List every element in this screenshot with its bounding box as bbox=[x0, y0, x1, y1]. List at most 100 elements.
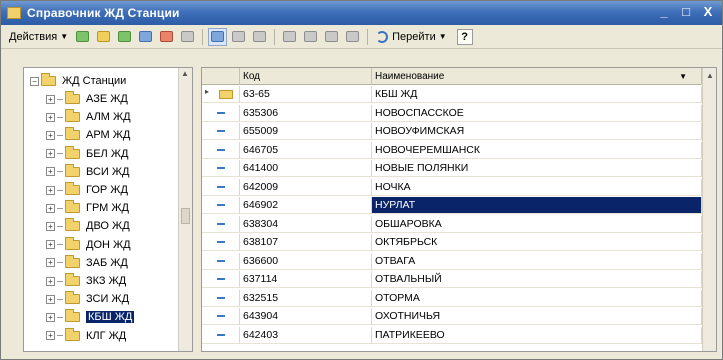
tree-root[interactable]: − ЖД Станции bbox=[30, 72, 126, 90]
clear-filter-button[interactable] bbox=[343, 28, 362, 46]
tree-scrollbar[interactable]: ▲ bbox=[178, 68, 192, 351]
cell-code[interactable]: 641400 bbox=[240, 160, 372, 177]
copy-button[interactable] bbox=[115, 28, 134, 46]
expand-icon[interactable]: + bbox=[46, 312, 55, 322]
cell-name[interactable]: ПАТРИКЕЕВО bbox=[372, 326, 702, 344]
hierarchy-toggle-button[interactable] bbox=[208, 27, 228, 46]
table-row[interactable]: 637114 ОТВАЛЬНЫЙ bbox=[202, 271, 702, 288]
cell-code[interactable]: 638107 bbox=[240, 234, 372, 251]
tree-item[interactable]: + ВСИ ЖД bbox=[46, 163, 129, 181]
expand-icon[interactable]: + bbox=[46, 203, 55, 213]
expand-icon[interactable]: + bbox=[46, 294, 55, 304]
cell-code[interactable]: 643904 bbox=[240, 308, 372, 325]
collapse-icon[interactable]: − bbox=[30, 76, 39, 86]
filter-history-button[interactable] bbox=[322, 28, 341, 46]
table-row[interactable]: 643904 ОХОТНИЧЬЯ bbox=[202, 308, 702, 325]
scroll-thumb[interactable] bbox=[181, 208, 190, 224]
expand-icon[interactable]: + bbox=[46, 167, 55, 177]
tree-item[interactable]: + ЗСИ ЖД bbox=[46, 290, 129, 308]
cell-name[interactable]: ОТОРМА bbox=[372, 289, 702, 307]
cell-code[interactable]: 635306 bbox=[240, 104, 372, 122]
table-row[interactable]: 655009 НОВОУФИМСКАЯ bbox=[202, 123, 702, 140]
folder-icon bbox=[65, 145, 80, 159]
maximize-button[interactable]: □ bbox=[678, 4, 694, 20]
tree-item[interactable]: + КБШ ЖД bbox=[46, 308, 135, 326]
tree-item[interactable]: + ДОН ЖД bbox=[46, 236, 131, 254]
table-row[interactable]: 632515 ОТОРМА bbox=[202, 289, 702, 307]
refresh-button[interactable] bbox=[229, 28, 248, 46]
cell-code[interactable]: 636600 bbox=[240, 252, 372, 270]
cell-code[interactable]: 646902 bbox=[240, 197, 372, 214]
tree-item[interactable]: + ЗАБ ЖД bbox=[46, 254, 128, 272]
tree-item[interactable]: + АЗЕ ЖД bbox=[46, 90, 128, 108]
table-row[interactable]: 646705 НОВОЧЕРЕМШАНСК bbox=[202, 141, 702, 159]
column-header-name[interactable]: Наименование ▼ bbox=[372, 68, 702, 85]
table-row[interactable]: 636600 ОТВАГА bbox=[202, 252, 702, 270]
cell-name[interactable]: НОВЫЕ ПОЛЯНКИ bbox=[372, 160, 702, 177]
tree-item[interactable]: + ГРМ ЖД bbox=[46, 199, 129, 217]
expand-icon[interactable]: + bbox=[46, 94, 55, 104]
cell-code[interactable]: 642403 bbox=[240, 326, 372, 344]
cell-name[interactable]: НУРЛАТ bbox=[372, 197, 702, 214]
tree-item[interactable]: + ЗКЗ ЖД bbox=[46, 272, 126, 290]
expand-icon[interactable]: + bbox=[46, 331, 55, 341]
cell-code[interactable]: 637114 bbox=[240, 271, 372, 288]
expand-icon[interactable]: + bbox=[46, 130, 55, 140]
tree-item[interactable]: + ДВО ЖД bbox=[46, 217, 130, 235]
expand-icon[interactable]: + bbox=[46, 258, 55, 268]
cell-name[interactable]: ОБШАРОВКА bbox=[372, 215, 702, 233]
add-button[interactable] bbox=[73, 28, 92, 46]
grid-scrollbar[interactable]: ▲ bbox=[702, 68, 716, 351]
table-row[interactable]: 641400 НОВЫЕ ПОЛЯНКИ bbox=[202, 160, 702, 177]
cell-code[interactable]: 655009 bbox=[240, 123, 372, 140]
table-row[interactable]: 642009 НОЧКА bbox=[202, 178, 702, 196]
actions-menu[interactable]: Действия ▼ bbox=[5, 28, 72, 46]
table-row[interactable]: ▸ 63-65 КБШ ЖД bbox=[202, 86, 702, 103]
scroll-up-icon[interactable]: ▲ bbox=[706, 71, 714, 80]
cell-name[interactable]: КБШ ЖД bbox=[372, 86, 702, 103]
cell-name[interactable]: ОТВАЛЬНЫЙ bbox=[372, 271, 702, 288]
expand-icon[interactable]: + bbox=[46, 240, 55, 250]
expand-icon[interactable]: + bbox=[46, 149, 55, 159]
tree-item[interactable]: + КЛГ ЖД bbox=[46, 327, 126, 345]
cell-code[interactable]: 638304 bbox=[240, 215, 372, 233]
close-button[interactable]: X bbox=[700, 4, 716, 20]
edit-button[interactable] bbox=[136, 28, 155, 46]
scroll-up-icon[interactable]: ▲ bbox=[181, 69, 189, 78]
table-row[interactable]: 638107 ОКТЯБРЬСК bbox=[202, 234, 702, 251]
table-row[interactable]: 635306 НОВОСПАССКОЕ bbox=[202, 104, 702, 122]
help-button[interactable]: ? bbox=[456, 28, 473, 45]
cell-code[interactable]: 63-65 bbox=[240, 86, 372, 103]
table-row[interactable]: 646902 НУРЛАТ bbox=[202, 197, 702, 214]
table-row[interactable]: 638304 ОБШАРОВКА bbox=[202, 215, 702, 233]
mark-delete-button[interactable] bbox=[178, 28, 197, 46]
tree-item[interactable]: + АРМ ЖД bbox=[46, 126, 130, 144]
cell-name[interactable]: НОВОУФИМСКАЯ bbox=[372, 123, 702, 140]
cell-code[interactable]: 632515 bbox=[240, 289, 372, 307]
cell-name[interactable]: ОТВАГА bbox=[372, 252, 702, 270]
cell-name[interactable]: ОХОТНИЧЬЯ bbox=[372, 308, 702, 325]
cell-name[interactable]: НОВОСПАССКОЕ bbox=[372, 104, 702, 122]
column-header-code[interactable]: Код bbox=[240, 68, 372, 85]
cell-name[interactable]: ОКТЯБРЬСК bbox=[372, 234, 702, 251]
tree-item[interactable]: + АЛМ ЖД bbox=[46, 108, 131, 126]
minimize-button[interactable]: _ bbox=[656, 4, 672, 20]
cell-name[interactable]: НОВОЧЕРЕМШАНСК bbox=[372, 141, 702, 159]
add-group-button[interactable] bbox=[94, 28, 113, 46]
find-button[interactable] bbox=[250, 28, 269, 46]
filter-button[interactable] bbox=[280, 28, 299, 46]
expand-icon[interactable]: + bbox=[46, 185, 55, 195]
cell-code[interactable]: 642009 bbox=[240, 178, 372, 196]
cell-name[interactable]: НОЧКА bbox=[372, 178, 702, 196]
table-row[interactable]: 642403 ПАТРИКЕЕВО bbox=[202, 326, 702, 344]
delete-button[interactable] bbox=[157, 28, 176, 46]
goto-menu[interactable]: Перейти ▼ bbox=[372, 30, 451, 43]
tree-root-label: ЖД Станции bbox=[62, 75, 127, 87]
filter-value-button[interactable] bbox=[301, 28, 320, 46]
expand-icon[interactable]: + bbox=[46, 221, 55, 231]
tree-item[interactable]: + ГОР ЖД bbox=[46, 181, 128, 199]
tree-item[interactable]: + БЕЛ ЖД bbox=[46, 145, 128, 163]
cell-code[interactable]: 646705 bbox=[240, 141, 372, 159]
expand-icon[interactable]: + bbox=[46, 276, 55, 286]
expand-icon[interactable]: + bbox=[46, 112, 55, 122]
